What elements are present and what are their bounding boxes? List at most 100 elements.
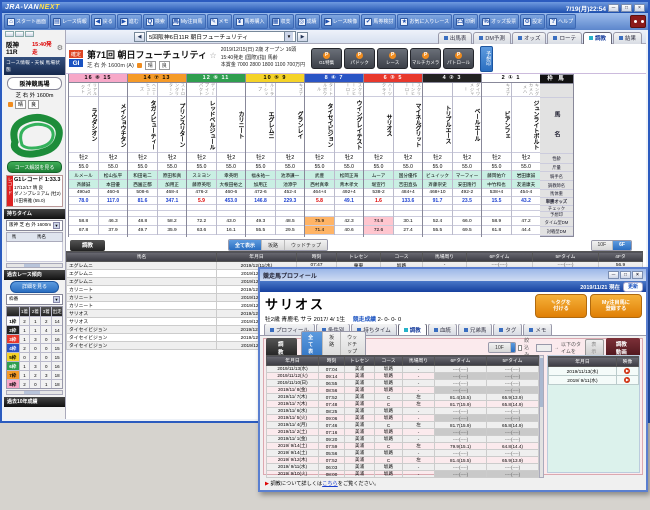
filter-button-全て表示[interactable]: 全て表示 — [229, 240, 261, 250]
sidebar-section-tab[interactable]: コース情報・天候 馬場状態 — [4, 57, 65, 75]
horse-column-3[interactable]: ダイワメジャーベールエール牡255.0マーフィー安田隆行492-223.566.… — [452, 83, 481, 235]
toolbar-button-検索[interactable]: Q検索 — [143, 14, 168, 29]
filter-button-6F[interactable]: 6F — [612, 241, 631, 250]
filter-button-坂路[interactable]: 坂路 — [261, 240, 284, 250]
gear-icon[interactable]: ⚙ — [57, 44, 63, 52]
horse-column-15[interactable]: メイショウチタン牡255.0松山弘平本田優460-6117.046.337.9 — [98, 83, 127, 235]
add-tag-button[interactable]: ✎タグを付ける — [535, 294, 587, 318]
video-row[interactable]: 2019/ 9/11(水)▶ — [549, 376, 639, 385]
horse-column-7[interactable]: スクリーンヒーローウイングレイテスト牡255.0松岡正海青木孝文492+449.… — [334, 83, 363, 235]
video-cell[interactable]: ▶ — [616, 367, 638, 376]
more-info-link[interactable]: こちら — [322, 481, 338, 487]
toolbar-button-My注目馬[interactable]: 馬My注目馬 — [169, 14, 206, 29]
narrow-checkbox[interactable] — [518, 345, 523, 351]
table-row[interactable]: 2019/11/12(火)09:14美浦坂路-----(----)----(--… — [267, 373, 539, 380]
minimize-icon[interactable]: ─ — [608, 271, 619, 279]
toolbar-button-メモ[interactable]: ✎メモ — [207, 14, 232, 29]
profile-tab-血統[interactable]: 血統 — [428, 323, 457, 335]
trend-select[interactable]: 枠番▼ — [6, 294, 63, 305]
horse-column-4[interactable]: トリプルエース牡255.0ビュイック斉藤崇史468+1091.752.455.5 — [423, 83, 452, 235]
maximize-icon[interactable]: □ — [620, 271, 631, 279]
table-row[interactable]: 2019/11/ 8(金)08:56美浦坂路-----(----)----(--… — [267, 387, 539, 394]
filter-button-6F[interactable]: 6F — [510, 343, 516, 352]
favorite-star-icon[interactable]: ☆ — [210, 51, 217, 60]
video-button-マルチカメラ[interactable]: Pマルチカメラ — [410, 48, 441, 69]
mytime-select[interactable]: 阪神 芝 右 外 1600m▼ — [6, 220, 63, 231]
horse-column-16[interactable]: リアルインパクトラウダシオン牡255.0ルメール斉藤誠490±078.058.8… — [69, 83, 98, 235]
minimize-icon[interactable]: ─ — [608, 4, 619, 12]
table-row[interactable]: 2019/11/10(日)06:55美浦坂路-----(----)----(--… — [267, 380, 539, 387]
toolbar-button-設定[interactable]: ⚙設定 — [520, 14, 545, 29]
toolbar-button-スタート画面[interactable]: ⌂スタート画面 — [4, 14, 49, 29]
tab-結果[interactable]: 結果 — [613, 32, 642, 44]
maximize-icon[interactable]: □ — [621, 4, 632, 12]
toolbar-button-馬券検討[interactable]: ✔馬券検討 — [361, 14, 396, 29]
tab-DM予測[interactable]: DM予測 — [473, 32, 511, 44]
close-icon[interactable]: × — [634, 4, 645, 12]
video-cell[interactable]: ▶ — [616, 376, 638, 385]
narrow-input[interactable] — [536, 344, 552, 352]
close-icon[interactable]: × — [632, 271, 643, 279]
next-race-button[interactable]: ▶ — [297, 32, 308, 42]
tab-調教[interactable]: 調教 — [583, 32, 612, 44]
main-titlebar[interactable]: JRA-VANNEXT 7/19(月)22:54 ─ □ × — [2, 2, 648, 13]
horse-column-5[interactable]: スクリーンヒーローマイネルグリット牡255.0国分優作吉田直弘484+4133.… — [393, 83, 422, 235]
sidebar-scrollbar[interactable] — [6, 390, 63, 395]
tab-オッズ[interactable]: オッズ — [512, 32, 547, 44]
horse-column-2[interactable]: キズナビアンフェ牡255.0藤岡佑介中竹和也538+415.558.961.8 — [482, 83, 511, 235]
horse-column-11[interactable]: カリニート牡255.0幸英明大根田裕之460-6453.043.016.1 — [216, 83, 245, 235]
add-watchlist-button[interactable]: My注目馬に登録する — [590, 294, 642, 318]
prev-race-button[interactable]: ◀ — [134, 32, 145, 42]
prediction-mark-button[interactable]: 予想印 — [480, 46, 493, 72]
table-row[interactable]: 2019/11/ 2(土)07:16美浦坂路-----(----)----(--… — [267, 429, 539, 436]
play-video-icon[interactable]: ▶ — [624, 368, 630, 374]
table-row[interactable]: 2019/11/ 4(月)07:46美浦C左81.7(15.9)65.8(14.… — [267, 422, 539, 429]
show-button[interactable]: 表示 — [585, 339, 603, 357]
toolbar-button-ヘルプ[interactable]: ?ヘルプ — [546, 14, 576, 29]
filter-button-10F[interactable]: 10F — [592, 241, 613, 250]
horse-column-10[interactable]: ルーラーシップエグレムニ牡255.0福永祐一加用正472-6146.849.35… — [246, 83, 275, 235]
video-button-レース[interactable]: Pレース — [377, 48, 408, 69]
toolbar-button-印刷[interactable]: 凸印刷 — [453, 14, 478, 29]
toolbar-button-戻る[interactable]: ◀戻る — [91, 14, 116, 29]
profile-tab-タグ[interactable]: タグ — [493, 323, 522, 335]
horse-column-6[interactable]: ハーツクライサリオス牡255.0ムーア堀宣行538-21.674.872.6 — [364, 83, 393, 235]
video-button-G1特集[interactable]: PG1特集 — [311, 48, 342, 69]
table-row[interactable]: 2019/11/ 5(火)09:06美浦坂路-----(----)----(--… — [267, 415, 539, 422]
course-guide-button[interactable]: コース解説を見る — [7, 161, 62, 173]
profile-tab-兄弟馬[interactable]: 兄弟馬 — [458, 323, 493, 335]
filter-button-ウッドチップ[interactable]: ウッドチップ — [284, 240, 327, 250]
horse-column-12[interactable]: ディープインパクトレッドベルジュール牡255.0スミヨン藤原英昭476-25.9… — [187, 83, 216, 235]
horse-column-8[interactable]: タートルボウルタイセイビジョン牡255.0武豊西村真幸464+45.875.97… — [305, 83, 334, 235]
update-button[interactable]: 更新 — [623, 282, 643, 292]
toolbar-button-レース映像[interactable]: ▶レース映像 — [321, 14, 361, 29]
horse-column-13[interactable]: ストロングリターンプリンスリターン牡255.0原田和真加用正468-4347.1… — [157, 83, 186, 235]
tab-ローテ[interactable]: ローテ — [547, 32, 582, 44]
toolbar-button-成績[interactable]: ◎成績 — [295, 14, 320, 29]
video-row[interactable]: 2019/11/13(水)▶ — [549, 367, 639, 376]
horse-column-1[interactable]: キングカメハメハジュンライトボルト牡255.0岩田康誠友道康夫454-443.2… — [511, 83, 540, 235]
toolbar-button-オッズ投票[interactable]: %オッズ投票 — [479, 14, 519, 29]
tab-出馬表[interactable]: 出馬表 — [438, 32, 473, 44]
toolbar-button-収支[interactable]: ▦収支 — [269, 14, 294, 29]
table-row[interactable]: 2019/ 9/10(火)08:00美浦坂路-----(----)----(--… — [267, 471, 539, 478]
video-button-パトロール[interactable]: Pパトロール — [443, 48, 474, 69]
table-row[interactable]: 2019/11/ 7(木)07:52美浦C左81.4(15.5)65.9(13.… — [267, 394, 539, 401]
vertical-scrollbar[interactable] — [539, 355, 544, 478]
table-row[interactable]: 2019/ 9/14(土)07:59美浦C左79.9(15.1)64.8(14.… — [267, 443, 539, 450]
toolbar-button-お気に入りレース[interactable]: ★お気に入りレース — [397, 14, 452, 29]
race-selector[interactable]: 5回阪神6日11R 朝日フューチュリティ▼ — [146, 31, 296, 42]
table-row[interactable]: 2019/ 9/12(木)07:52美浦C左81.4(15.5)65.9(13.… — [267, 457, 539, 464]
toolbar-button-レース情報[interactable]: ▤レース情報 — [50, 14, 90, 29]
horse-column-9[interactable]: キズナグランレイ牡255.0池添謙一池添学452-4229.348.529.5 — [275, 83, 304, 235]
table-row[interactable]: 2019/11/13(水)07:04美浦坂路-----(----)----(--… — [267, 366, 539, 373]
toolbar-button-馬券購入[interactable]: ¥馬券購入 — [233, 14, 268, 29]
table-row[interactable]: 2019/11/ 7(木)07:48美浦C左81.7(15.9)65.8(14.… — [267, 401, 539, 408]
sidebar-nav-button[interactable] — [5, 31, 14, 37]
sidebar-nav-button[interactable] — [15, 31, 24, 37]
table-row[interactable]: 2019/11/ 1(金)09:20美浦坂路-----(----)----(--… — [267, 436, 539, 443]
filter-button-10F[interactable]: 10F — [489, 343, 510, 352]
table-row[interactable]: 2019/11/ 6(水)08:25美浦坂路-----(----)----(--… — [267, 408, 539, 415]
sidebar-nav-button[interactable] — [25, 31, 34, 37]
play-video-icon[interactable]: ▶ — [624, 377, 630, 383]
